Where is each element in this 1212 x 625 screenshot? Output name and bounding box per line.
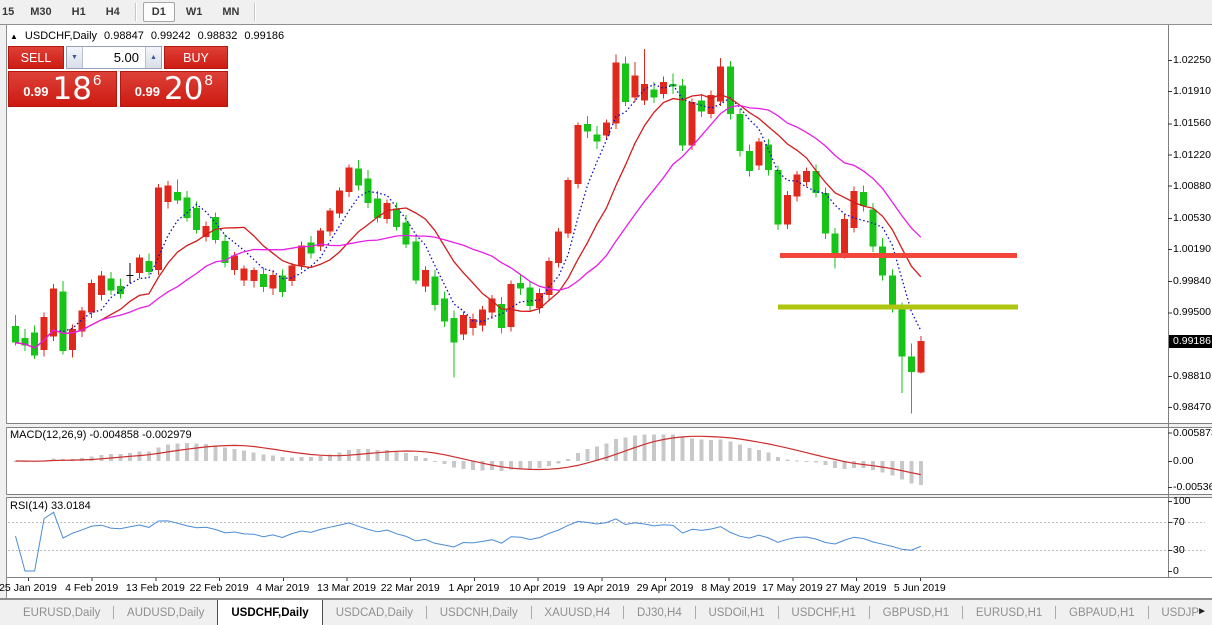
x-axis-date-label: 5 Jun 2019 [872, 582, 968, 594]
macd-axis-label: -0.005369 [1173, 481, 1212, 493]
y-axis-label: 0.98470 [1173, 401, 1211, 413]
volume-field[interactable]: 5.00 [83, 47, 145, 68]
y-axis-label: 0.98810 [1173, 370, 1211, 382]
sell-price-prefix: 0.99 [23, 84, 48, 99]
y-axis-label: 1.00530 [1173, 212, 1211, 224]
buy-price-big: 20 [164, 75, 203, 104]
sell-price-sup: 6 [93, 72, 101, 89]
ohlc-close: 0.99186 [244, 30, 284, 42]
y-axis-label: 1.00190 [1173, 243, 1211, 255]
buy-price-sup: 8 [204, 72, 212, 89]
tab-eurusd-h1[interactable]: EURUSD,H1 [963, 600, 1055, 625]
volume-increase-icon[interactable]: ▲ [145, 47, 161, 68]
macd-label: MACD(12,26,9) -0.004858 -0.002979 [10, 429, 192, 441]
tab-scroll-right-icon[interactable]: ► [1197, 606, 1207, 617]
tab-usdchf-h1[interactable]: USDCHF,H1 [778, 600, 869, 625]
chart-symbol: USDCHF,Daily [25, 30, 97, 42]
y-axis-label: 1.01910 [1173, 85, 1211, 97]
tab-usdchf-daily[interactable]: USDCHF,Daily [217, 599, 322, 625]
ohlc-low: 0.98832 [198, 30, 238, 42]
rsi-axis-label: 70 [1173, 516, 1185, 528]
buy-price-prefix: 0.99 [135, 84, 160, 99]
tab-dj30-h4[interactable]: DJ30,H4 [624, 600, 695, 625]
y-axis-label: 1.01560 [1173, 117, 1211, 129]
macd-axis-label: 0.00 [1173, 455, 1193, 467]
collapse-icon[interactable]: ▲ [10, 32, 18, 41]
sell-quote[interactable]: 0.99 18 6 [8, 71, 117, 107]
y-axis-label: 1.00880 [1173, 180, 1211, 192]
tab-gbpaud-h1[interactable]: GBPAUD,H1 [1056, 600, 1148, 625]
buy-quote[interactable]: 0.99 20 8 [120, 71, 229, 107]
rsi-axis-label: 30 [1173, 544, 1185, 556]
rsi-axis-label: 0 [1173, 565, 1179, 577]
mt4-window: 15M30H1H4D1W1MN ▲ USDCHF,Daily 0.98847 0… [0, 0, 1212, 625]
one-click-trade-panel: SELL ▼ 5.00 ▲ BUY 0.99 18 6 0.99 20 8 [8, 46, 228, 107]
macd-axis-label: 0.005873 [1173, 427, 1212, 439]
rsi-label: RSI(14) 33.0184 [10, 500, 91, 512]
chart-tab-bar: EURUSD,DailyAUDUSD,DailyUSDCHF,DailyUSDC… [0, 599, 1212, 625]
tab-xauusd-h4[interactable]: XAUUSD,H4 [531, 600, 623, 625]
buy-button[interactable]: BUY [164, 46, 228, 69]
tab-usdoil-h1[interactable]: USDOil,H1 [695, 600, 777, 625]
sell-button[interactable]: SELL [8, 46, 64, 69]
current-price-badge: 0.99186 [1169, 335, 1212, 348]
volume-spinner: ▼ 5.00 ▲ [66, 46, 162, 69]
y-axis-label: 1.01220 [1173, 149, 1211, 161]
tab-audusd-daily[interactable]: AUDUSD,Daily [114, 600, 217, 625]
tab-usdcad-daily[interactable]: USDCAD,Daily [323, 600, 426, 625]
y-axis-label: 0.99840 [1173, 275, 1211, 287]
tab-eurusd-daily[interactable]: EURUSD,Daily [10, 600, 113, 625]
rsi-axis-label: 100 [1173, 495, 1191, 507]
volume-decrease-icon[interactable]: ▼ [67, 47, 83, 68]
chart-title: ▲ USDCHF,Daily 0.98847 0.99242 0.98832 0… [10, 30, 284, 42]
sell-price-big: 18 [53, 75, 92, 104]
tab-usdcnh-daily[interactable]: USDCNH,Daily [427, 600, 531, 625]
y-axis-label: 0.99500 [1173, 306, 1211, 318]
ohlc-high: 0.99242 [151, 30, 191, 42]
tab-gbpusd-h1[interactable]: GBPUSD,H1 [870, 600, 962, 625]
ohlc-open: 0.98847 [104, 30, 144, 42]
y-axis-label: 1.02250 [1173, 54, 1211, 66]
